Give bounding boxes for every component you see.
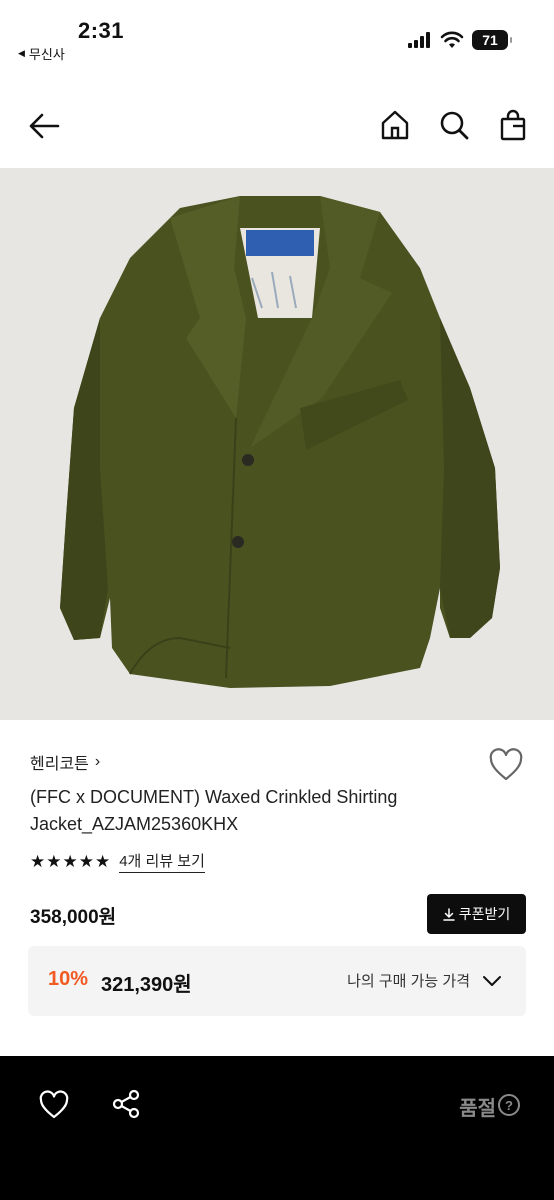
heart-icon[interactable]	[38, 1090, 70, 1120]
coupon-button[interactable]: 쿠폰받기	[427, 894, 526, 934]
share-icon[interactable]	[110, 1088, 142, 1120]
status-bar: 2:31 ◀ 무신사 71	[0, 0, 554, 70]
question-circle-icon[interactable]: ?	[498, 1094, 520, 1116]
review-link[interactable]: 4개 리뷰 보기	[119, 850, 205, 873]
battery-indicator: 71	[472, 30, 512, 50]
product-title: (FFC x DOCUMENT) Waxed Crinkled Shirting…	[30, 787, 398, 834]
back-app-label: 무신사	[28, 47, 65, 62]
bottom-action-bar: 품절 ?	[0, 1056, 554, 1200]
download-icon	[442, 907, 455, 921]
back-to-app-link[interactable]: ◀ 무신사	[18, 44, 65, 63]
my-price-label: 나의 구매 가능 가격	[347, 973, 470, 990]
product-price: 358,000원	[30, 907, 117, 928]
sold-out-label: 품절	[459, 1098, 496, 1120]
chevron-down-icon	[483, 975, 501, 986]
heart-icon[interactable]	[488, 748, 524, 782]
wifi-icon	[440, 31, 464, 48]
discount-price: 321,390원	[101, 974, 192, 996]
discount-percent: 10%	[48, 968, 89, 990]
my-price-toggle[interactable]: 나의 구매 가능 가격	[347, 970, 502, 991]
coupon-button-label: 쿠폰받기	[458, 906, 511, 922]
status-time: 2:31	[78, 18, 125, 43]
search-icon[interactable]	[437, 108, 471, 142]
back-triangle-icon: ◀	[18, 48, 25, 58]
discount-box: 10% 321,390원 나의 구매 가능 가격	[28, 946, 526, 1016]
brand-link[interactable]: 헨리코튼 ›	[30, 750, 100, 774]
brand-name: 헨리코튼	[30, 756, 89, 773]
product-image[interactable]	[0, 168, 554, 720]
signal-icon	[408, 32, 430, 48]
rating-row: ★★★★★ 4개 리뷰 보기	[30, 850, 205, 873]
battery-level: 71	[482, 32, 498, 48]
star-rating: ★★★★★	[30, 851, 112, 871]
arrow-left-icon[interactable]	[26, 108, 62, 144]
brand-chevron-icon: ›	[94, 753, 101, 770]
shopping-bag-icon[interactable]	[496, 108, 530, 142]
jacket-image	[60, 196, 500, 688]
status-icons: 71	[408, 30, 512, 50]
home-icon[interactable]	[378, 108, 412, 142]
top-navigation	[0, 98, 554, 154]
